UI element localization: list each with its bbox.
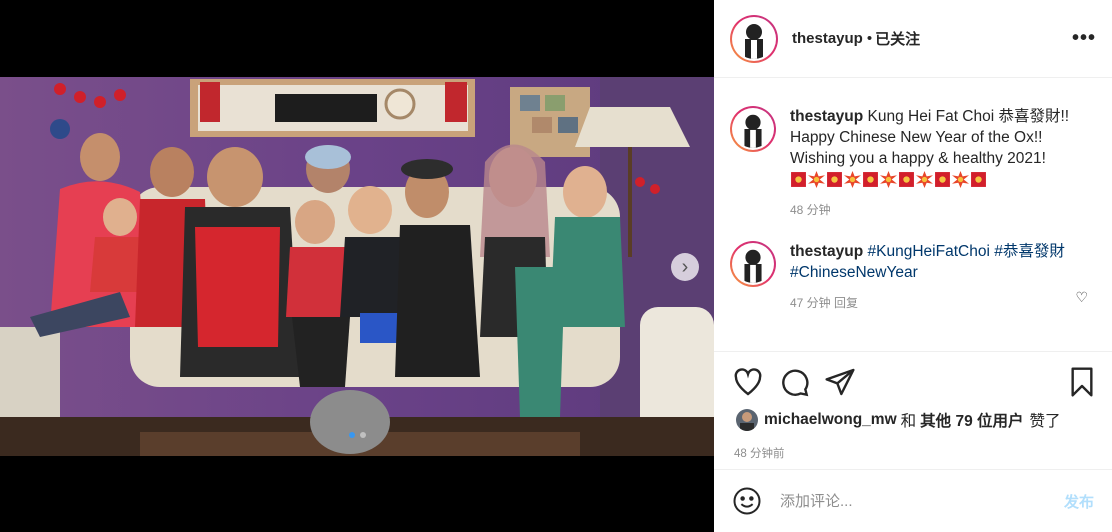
hashtag-link[interactable]: #ChineseNewYear: [790, 264, 918, 281]
post-actions: michaelwong_mw 和 其他 79 位用户 赞了 48 分钟前: [714, 351, 1112, 469]
smiley-icon[interactable]: [732, 486, 762, 516]
bookmark-icon[interactable]: [1066, 366, 1098, 398]
comment-like-icon[interactable]: ♡: [1075, 289, 1088, 306]
post-media: ›: [0, 0, 714, 532]
collision-icon: [952, 171, 969, 188]
post-photo[interactable]: [0, 77, 714, 456]
red-envelope-icon: [791, 172, 806, 187]
more-options-icon[interactable]: •••: [1072, 27, 1096, 50]
comment-author[interactable]: thestayup: [790, 243, 863, 260]
carousel-indicator: [0, 432, 714, 438]
comments-section[interactable]: thestayup Kung Hei Fat Choi 恭喜發財!! Happy…: [714, 79, 1112, 351]
caption-line-1: Kung Hei Fat Choi 恭喜發財!!: [867, 108, 1070, 125]
carousel-dot: [359, 432, 366, 438]
hashtag-link[interactable]: #KungHeiFatChoi: [868, 243, 990, 260]
red-envelope-icon: [935, 172, 950, 187]
red-envelope-icon: [827, 172, 842, 187]
likes-suffix: 赞了: [1029, 413, 1061, 430]
collision-icon: [916, 171, 933, 188]
likes-and: 和: [900, 413, 917, 430]
add-comment-bar: 发布: [714, 469, 1112, 532]
separator-dot: •: [866, 30, 873, 47]
hashtag-comment: thestayup #KungHeiFatChoi #恭喜發財 #Chinese…: [730, 241, 1096, 314]
hashtag-link[interactable]: #恭喜發財: [994, 243, 1065, 260]
post-side-panel: thestayup • 已关注 ••• thestayup Kung Hei F…: [714, 0, 1112, 532]
caption-author[interactable]: thestayup: [790, 108, 863, 125]
carousel-next-button[interactable]: ›: [671, 253, 699, 281]
comment-input[interactable]: [780, 492, 1064, 510]
comment-meta: 47 分钟 回复: [790, 296, 859, 310]
likes-others-link[interactable]: 其他 79 位用户: [920, 409, 1023, 431]
caption-line-3: Wishing you a happy & healthy 2021!: [790, 150, 1046, 167]
chevron-right-icon: ›: [681, 256, 689, 278]
comment-author-avatar[interactable]: [730, 241, 776, 287]
collision-icon: [880, 171, 897, 188]
caption-comment: thestayup Kung Hei Fat Choi 恭喜發財!! Happy…: [730, 106, 1096, 221]
heart-icon[interactable]: [732, 366, 764, 398]
post-comment-button[interactable]: 发布: [1064, 491, 1094, 512]
caption-time: 48 分钟: [790, 203, 831, 217]
collision-icon: [844, 171, 861, 188]
collision-icon: [808, 171, 825, 188]
likes-summary: michaelwong_mw 和 其他 79 位用户 赞了: [736, 409, 1061, 431]
liker-avatar[interactable]: [736, 409, 758, 431]
comment-icon[interactable]: [778, 366, 810, 398]
post-header: thestayup • 已关注 •••: [714, 0, 1112, 78]
share-icon[interactable]: [824, 366, 856, 398]
red-envelope-icon: [971, 172, 986, 187]
carousel-dot-active: [348, 432, 355, 438]
author-avatar[interactable]: [730, 14, 778, 63]
red-envelope-icon: [863, 172, 878, 187]
caption-line-2: Happy Chinese New Year of the Ox!!: [790, 129, 1043, 146]
follow-status-button[interactable]: 已关注: [875, 28, 920, 49]
caption-emojis: [790, 171, 1096, 188]
caption-author-avatar[interactable]: [730, 106, 776, 152]
author-username[interactable]: thestayup: [792, 30, 863, 47]
red-envelope-icon: [899, 172, 914, 187]
liker-username[interactable]: michaelwong_mw: [764, 411, 897, 429]
post-timestamp[interactable]: 48 分钟前: [734, 445, 785, 461]
